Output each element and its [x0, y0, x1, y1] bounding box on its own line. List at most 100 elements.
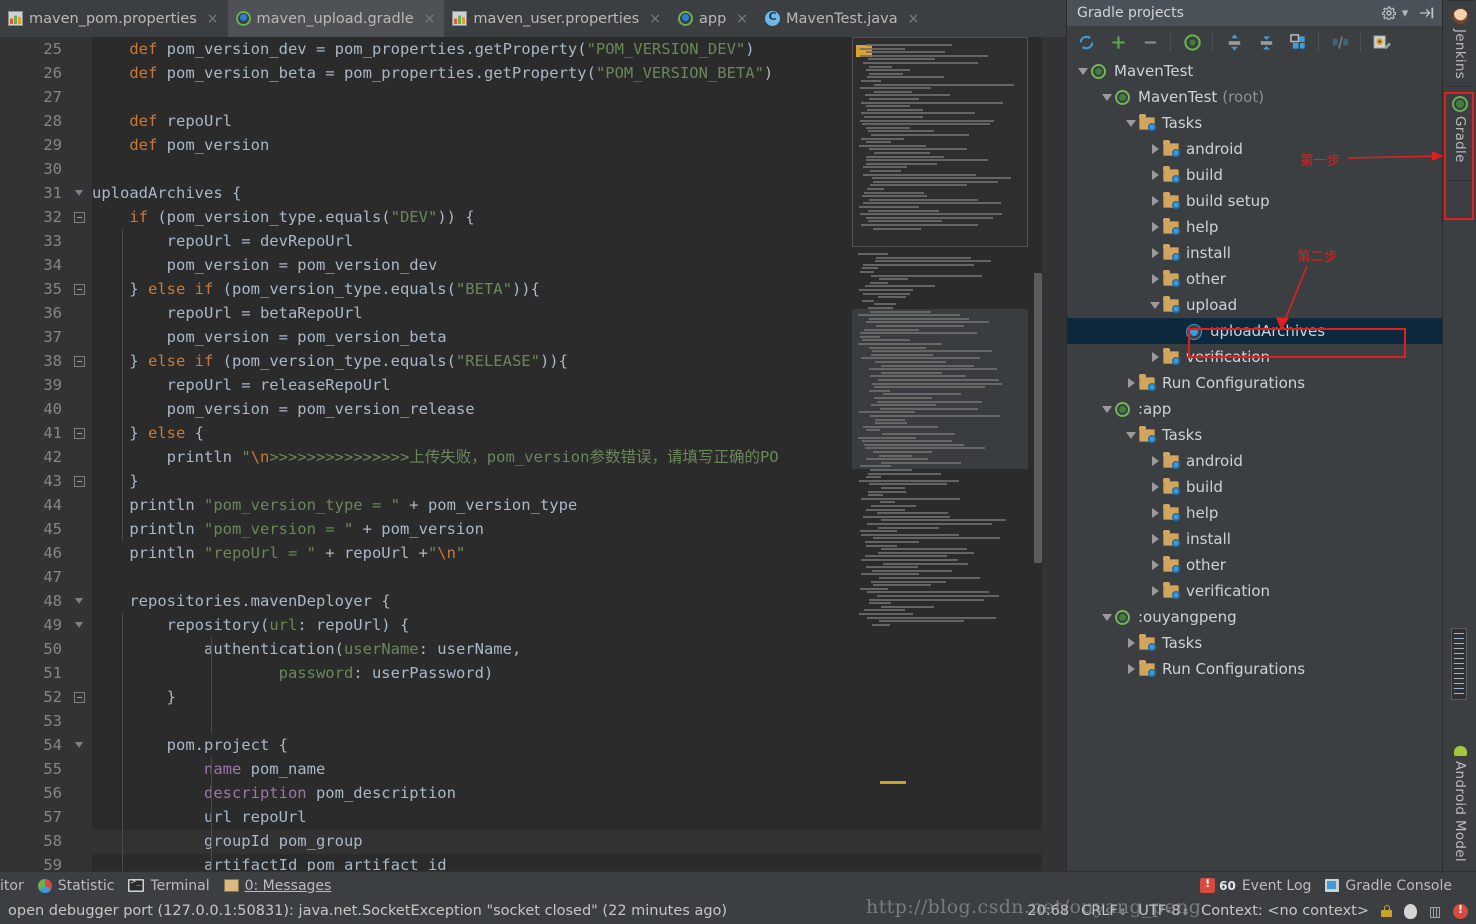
toggle-offline-mode-icon[interactable]	[1325, 28, 1355, 56]
chevron-down-icon[interactable]	[1075, 63, 1091, 79]
code-line[interactable]: repositories.mavenDeployer {	[92, 589, 390, 613]
gradle-project-tree[interactable]: MavenTest MavenTest (root) Tasks android buil…	[1067, 58, 1443, 871]
collapse-all-icon[interactable]	[1251, 28, 1281, 56]
gradle-tree-item-other[interactable]: other	[1067, 266, 1443, 292]
chevron-down-icon[interactable]	[1123, 427, 1139, 443]
editor-marker-strip[interactable]	[1042, 37, 1066, 871]
close-tab-icon[interactable]: ×	[736, 11, 748, 27]
gradle-tree-item--app[interactable]: :app	[1067, 396, 1443, 422]
expand-all-icon[interactable]	[1219, 28, 1249, 56]
show-modules-icon[interactable]	[1283, 28, 1313, 56]
chevron-right-icon[interactable]	[1147, 245, 1163, 261]
code-fold-toggle[interactable]	[74, 356, 85, 367]
lock-icon[interactable]	[1381, 905, 1392, 917]
code-line[interactable]: } else {	[92, 421, 204, 445]
code-line[interactable]: repoUrl = betaRepoUrl	[92, 301, 363, 325]
gradle-tree-item--ouyangpeng[interactable]: :ouyangpeng	[1067, 604, 1443, 630]
code-line[interactable]: repository(url: repoUrl) {	[92, 613, 410, 637]
tool-button-gradle[interactable]: Gradle	[1443, 92, 1476, 163]
close-tab-icon[interactable]: ×	[207, 11, 219, 27]
code-fold-toggle[interactable]	[74, 476, 85, 487]
hide-panel-icon[interactable]	[1417, 4, 1437, 22]
tool-button-jenkins[interactable]: Jenkins	[1443, 4, 1476, 79]
code-line[interactable]: pom_version = pom_version_beta	[92, 325, 447, 349]
execute-gradle-task-icon[interactable]	[1177, 28, 1207, 56]
code-line[interactable]: description pom_description	[92, 781, 456, 805]
gradle-tree-item-install[interactable]: install	[1067, 526, 1443, 552]
gradle-tree-item-other[interactable]: other	[1067, 552, 1443, 578]
code-fold-toggle[interactable]	[74, 596, 85, 607]
chevron-right-icon[interactable]	[1147, 167, 1163, 183]
code-line[interactable]: repoUrl = devRepoUrl	[92, 229, 354, 253]
code-line[interactable]: println "repoUrl = " + repoUrl +"\n"	[92, 541, 465, 565]
chevron-down-icon[interactable]	[1099, 401, 1115, 417]
chevron-down-icon[interactable]: ▾	[1395, 4, 1415, 22]
tool-button-gradle-console[interactable]: Gradle Console	[1325, 878, 1452, 894]
code-line[interactable]: url repoUrl	[92, 805, 307, 829]
gradle-tree-item-uploadarchives[interactable]: uploadArchives	[1067, 318, 1443, 344]
code-line[interactable]: def pom_version	[92, 133, 269, 157]
chevron-down-icon[interactable]	[1147, 297, 1163, 313]
gradle-tree-item-tasks[interactable]: Tasks	[1067, 422, 1443, 448]
trash-icon[interactable]	[1429, 905, 1441, 918]
chevron-right-icon[interactable]	[1147, 271, 1163, 287]
code-line[interactable]: pom_version = pom_version_dev	[92, 253, 438, 277]
editor-vertical-scrollbar[interactable]	[1034, 273, 1042, 563]
editor-tab-maven-user-properties[interactable]: maven_user.properties ×	[444, 0, 670, 37]
code-line[interactable]: repoUrl = releaseRepoUrl	[92, 373, 391, 397]
attach-gradle-project-icon[interactable]	[1103, 28, 1133, 56]
refresh-all-gradle-projects-icon[interactable]	[1071, 28, 1101, 56]
close-tab-icon[interactable]: ×	[649, 11, 661, 27]
code-line[interactable]: pom_version = pom_version_release	[92, 397, 475, 421]
code-line[interactable]: groupId pom_group	[92, 829, 363, 853]
error-badge-icon[interactable]	[1453, 903, 1468, 919]
gradle-tree-item-android[interactable]: android	[1067, 136, 1443, 162]
chevron-right-icon[interactable]	[1147, 505, 1163, 521]
editor-tab-maven-upload-gradle[interactable]: maven_upload.gradle ×	[227, 0, 445, 37]
code-line[interactable]: password: userPassword)	[92, 661, 494, 685]
gradle-tree-item-help[interactable]: help	[1067, 214, 1443, 240]
editor-gutter[interactable]: 25 26 27 28 29 30 31 32 33 34 35 36 37 38 39 40 41 42 43 44…	[0, 37, 70, 871]
chevron-right-icon[interactable]	[1123, 661, 1139, 677]
tool-button-monitor-partial[interactable]: itor	[0, 878, 24, 894]
status-message[interactable]: open debugger port (127.0.0.1:50831): ja…	[8, 903, 727, 919]
gradle-tree-item-verification[interactable]: verification	[1067, 578, 1443, 604]
code-folding-column[interactable]	[70, 37, 92, 871]
tool-button-terminal[interactable]: Terminal	[128, 877, 210, 894]
chevron-right-icon[interactable]	[1147, 557, 1163, 573]
chevron-right-icon[interactable]	[1147, 193, 1163, 209]
chevron-down-icon[interactable]	[1099, 89, 1115, 105]
gradle-tree-item-help[interactable]: help	[1067, 500, 1443, 526]
preview-slider[interactable]	[1451, 628, 1467, 700]
gradle-tree-item-verification[interactable]: verification	[1067, 344, 1443, 370]
gradle-tree-item-maventest[interactable]: MavenTest	[1067, 58, 1443, 84]
chevron-right-icon[interactable]	[1123, 635, 1139, 651]
code-line[interactable]: } else if (pom_version_type.equals("RELE…	[92, 349, 568, 373]
gradle-tree-item-install[interactable]: install	[1067, 240, 1443, 266]
chevron-right-icon[interactable]	[1147, 141, 1163, 157]
tool-button-messages[interactable]: 0: Messages	[223, 878, 331, 894]
code-line[interactable]: if (pom_version_type.equals("DEV")) {	[92, 205, 474, 229]
chevron-right-icon[interactable]	[1123, 375, 1139, 391]
gradle-tree-item-build-setup[interactable]: build setup	[1067, 188, 1443, 214]
chevron-down-icon[interactable]	[1123, 115, 1139, 131]
chevron-right-icon[interactable]	[1147, 531, 1163, 547]
close-tab-icon[interactable]: ×	[908, 11, 920, 27]
gradle-tree-item-android[interactable]: android	[1067, 448, 1443, 474]
code-editor[interactable]: 25 26 27 28 29 30 31 32 33 34 35 36 37 38 39 40 41 42 43 44…	[0, 37, 1066, 871]
chevron-right-icon[interactable]	[1147, 479, 1163, 495]
gradle-tree-item-build[interactable]: build	[1067, 474, 1443, 500]
chevron-right-icon[interactable]	[1147, 219, 1163, 235]
code-fold-toggle[interactable]	[74, 284, 85, 295]
code-line[interactable]: name pom_name	[92, 757, 325, 781]
memory-indicator-icon[interactable]	[1404, 903, 1417, 919]
code-fold-toggle[interactable]	[74, 188, 85, 199]
editor-tab-maven-pom-properties[interactable]: maven_pom.properties ×	[0, 0, 228, 37]
gradle-settings-icon[interactable]	[1367, 28, 1397, 56]
gradle-tree-item-build[interactable]: build	[1067, 162, 1443, 188]
chevron-right-icon[interactable]	[1147, 453, 1163, 469]
tool-button-android-model[interactable]: Android Model	[1443, 740, 1476, 862]
code-line[interactable]: def repoUrl	[92, 109, 232, 133]
gradle-tree-item-run-configurations[interactable]: Run Configurations	[1067, 656, 1443, 682]
chevron-right-icon[interactable]	[1147, 349, 1163, 365]
